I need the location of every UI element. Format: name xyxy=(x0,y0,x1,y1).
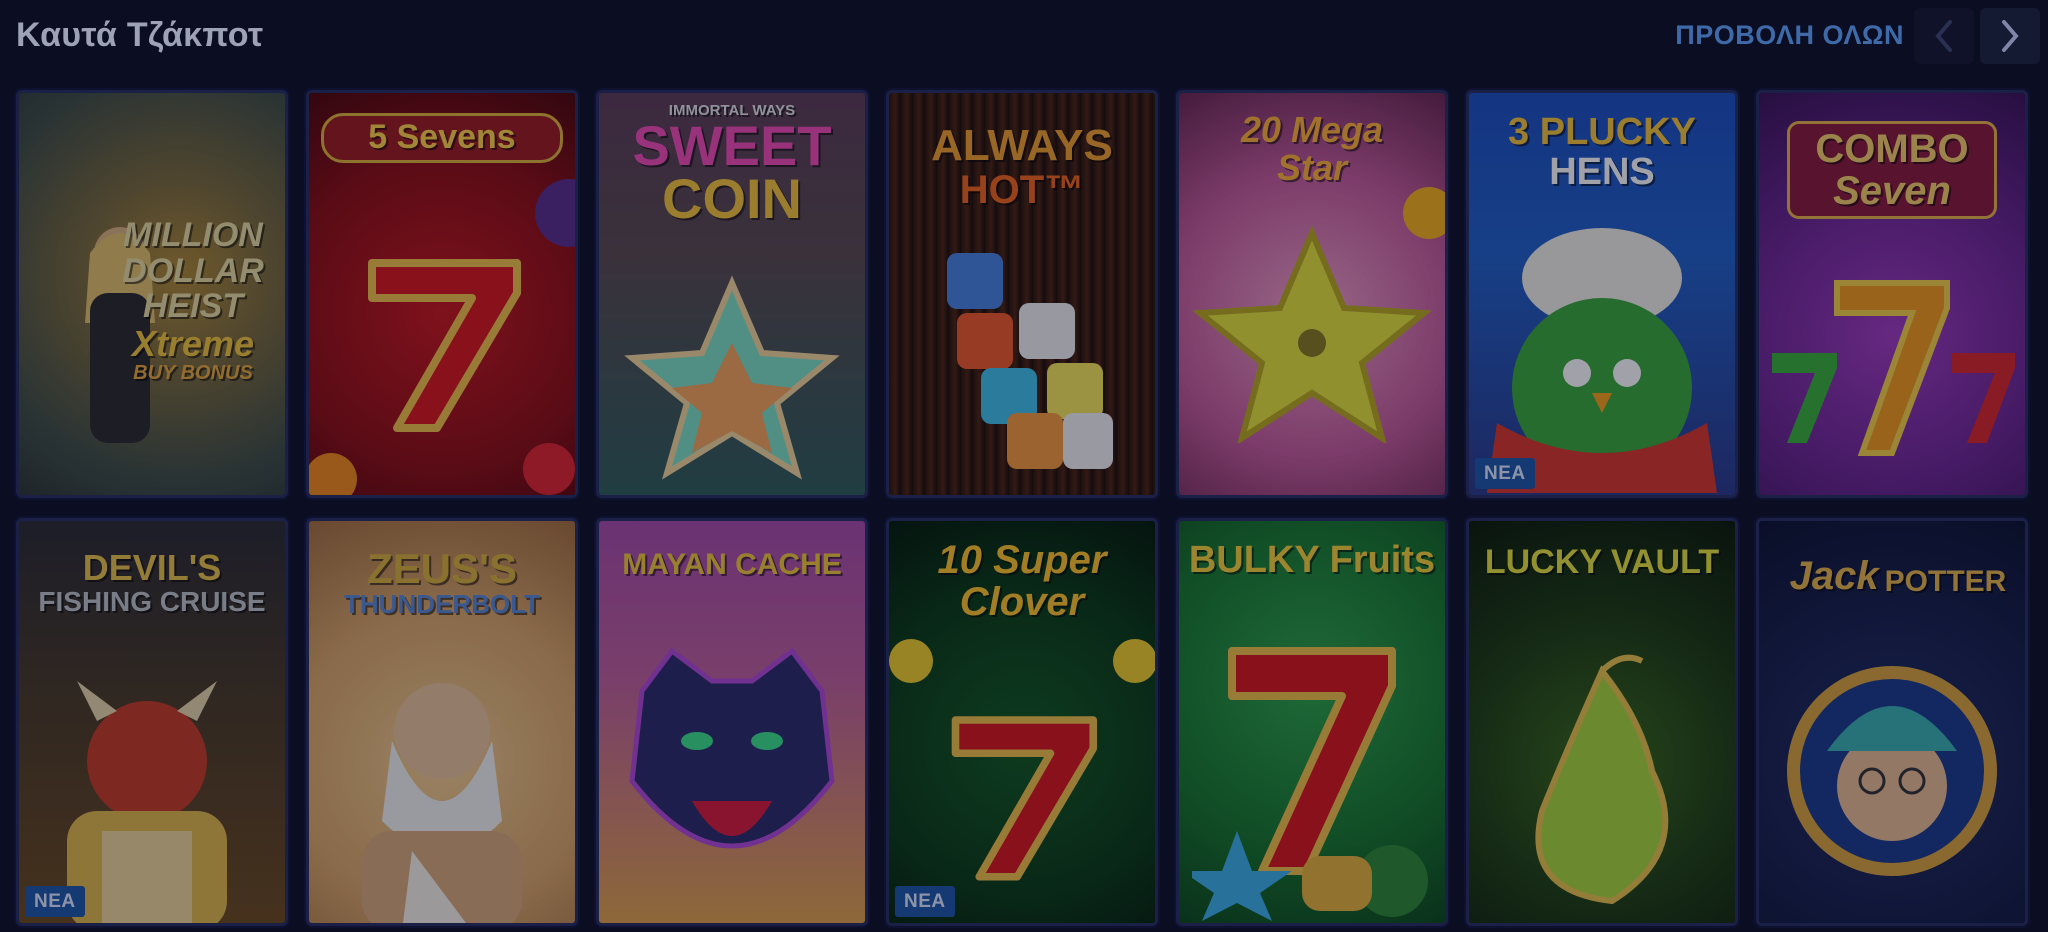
hen-icon xyxy=(1487,228,1717,493)
star-candy-icon xyxy=(624,275,840,480)
game-tile[interactable]: LUCKY VAULT xyxy=(1466,518,1738,926)
game-tile[interactable]: IMMORTAL WAYS SWEET COIN xyxy=(596,90,868,498)
game-title: 3 PLUCKY HENS xyxy=(1508,111,1696,193)
game-title: 20 Mega Star xyxy=(1240,109,1384,188)
game-tile[interactable]: 3 PLUCKY HENS NEA xyxy=(1466,90,1738,498)
section-header: Καυτά Τζάκποτ ΠΡΟΒΟΛΗ ΟΛΩΝ xyxy=(0,0,2048,72)
clover-icon xyxy=(889,639,933,683)
game-tile[interactable]: 10 Super Clover NEA xyxy=(886,518,1158,926)
game-tile[interactable]: ZEUS'S THUNDERBOLT xyxy=(306,518,578,926)
seven-icon xyxy=(368,259,521,432)
game-tile[interactable]: MILLION DOLLAR HEIST Xtreme BUY BONUS xyxy=(16,90,288,498)
fruit-icon xyxy=(535,179,575,247)
new-badge: NEA xyxy=(895,886,955,917)
carousel-prev-button[interactable] xyxy=(1914,8,1974,64)
game-tile[interactable]: DEVIL'S FISHING CRUISE NEA xyxy=(16,518,288,926)
section-title: Καυτά Τζάκποτ xyxy=(16,16,264,54)
game-tile[interactable]: 20 Mega Star xyxy=(1176,90,1448,498)
strawberry-icon xyxy=(523,443,575,495)
game-grid: MILLION DOLLAR HEIST Xtreme BUY BONUS 5 Se… xyxy=(16,90,2032,926)
chevron-right-icon xyxy=(2002,20,2019,52)
triple-seven-icon xyxy=(1772,280,2015,456)
game-title: BULKY Fruits xyxy=(1188,539,1436,581)
pear-icon xyxy=(1535,654,1669,905)
game-title: ZEUS'S THUNDERBOLT xyxy=(344,545,540,620)
game-title: MAYAN CACHE xyxy=(622,548,842,581)
game-title: MILLION DOLLAR HEIST Xtreme BUY BONUS xyxy=(122,216,264,384)
new-badge: NEA xyxy=(25,886,85,917)
game-title: LUCKY VAULT xyxy=(1484,543,1720,581)
lemon-icon xyxy=(1403,187,1445,239)
seven-icon xyxy=(951,716,1098,881)
seven-fruits-icon xyxy=(1192,647,1428,921)
game-tile[interactable]: 5 Sevens xyxy=(306,90,578,498)
game-title: IMMORTAL WAYS SWEET COIN xyxy=(632,102,832,230)
new-badge: NEA xyxy=(1475,458,1535,489)
game-tile[interactable]: ALWAYS HOT™ xyxy=(886,90,1158,498)
game-tile[interactable]: COMBO Seven xyxy=(1756,90,2028,498)
carousel-next-button[interactable] xyxy=(1980,8,2040,64)
orange-icon xyxy=(309,453,357,495)
game-tile[interactable]: MAYAN CACHE xyxy=(596,518,868,926)
game-title: 10 Super Clover xyxy=(937,538,1107,624)
jester-icon xyxy=(1787,666,1997,876)
zeus-icon xyxy=(362,683,522,923)
game-title: ALWAYS HOT™ xyxy=(931,121,1113,213)
view-all-link[interactable]: ΠΡΟΒΟΛΗ ΟΛΩΝ xyxy=(1675,20,1904,51)
game-title: COMBO Seven xyxy=(1787,121,1997,219)
chevron-left-icon xyxy=(1935,20,1952,52)
star-fruit-icon xyxy=(1192,225,1432,443)
panther-icon xyxy=(629,647,835,849)
dice-icon xyxy=(947,253,1113,469)
game-tile[interactable]: Jack POTTER xyxy=(1756,518,2028,926)
clover-icon xyxy=(1113,639,1155,683)
game-title: 5 Sevens xyxy=(321,113,563,163)
game-title: DEVIL'S FISHING CRUISE xyxy=(38,547,266,617)
game-title: Jack POTTER xyxy=(1789,554,2007,598)
game-tile[interactable]: BULKY Fruits xyxy=(1176,518,1448,926)
